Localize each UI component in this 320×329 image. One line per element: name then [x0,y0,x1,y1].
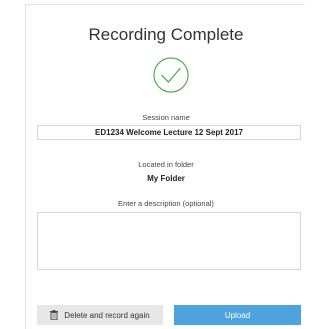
session-name-label: Session name [142,113,190,122]
description-input[interactable] [37,212,301,270]
upload-button-label: Upload [224,310,251,320]
checkmark-circle-icon [152,56,190,94]
delete-button-label: Delete and record again [64,310,150,320]
trash-icon [50,310,59,321]
session-name-field[interactable]: ED1234 Welcome Lecture 12 Sept 2017 [37,125,301,140]
description-label: Enter a description (optional) [118,199,214,208]
folder-name: My Folder [147,174,185,183]
dialog-title: Recording Complete [88,25,244,44]
upload-button[interactable]: Upload [174,305,301,325]
folder-label: Located in folder [138,160,194,169]
recording-complete-dialog: Recording Complete Session name ED1234 W… [25,4,305,329]
delete-and-record-again-button[interactable]: Delete and record again [37,305,163,325]
